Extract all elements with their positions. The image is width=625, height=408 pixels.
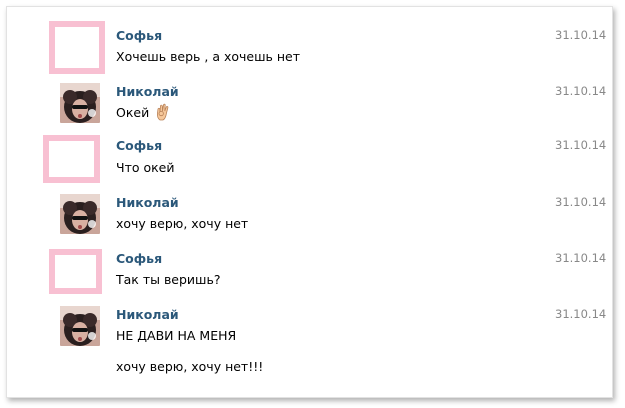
message-date: 31.10.14: [555, 138, 607, 152]
avatar-nikolay[interactable]: [60, 83, 100, 123]
message-date: 31.10.14: [555, 195, 607, 209]
message-history-panel: Софья 31.10.14 Хочешь верь , а хочешь не…: [6, 6, 613, 398]
message-author[interactable]: Софья: [116, 28, 162, 43]
message-text: НЕ ДАВИ НА МЕНЯ: [116, 328, 237, 343]
message-date: 31.10.14: [555, 84, 607, 98]
message-text: хочу верю, хочу нет: [116, 216, 249, 231]
message-author[interactable]: Николай: [116, 195, 179, 210]
message-text: Что окей: [116, 160, 175, 175]
avatar-sofya[interactable]: [49, 249, 102, 294]
message-text: Окей: [116, 103, 171, 124]
avatar-sofya[interactable]: [49, 21, 105, 74]
avatar-sofya[interactable]: [43, 135, 100, 183]
message-text: Хочешь верь , а хочешь нет: [116, 49, 301, 64]
message-author[interactable]: Николай: [116, 307, 179, 322]
avatar-nikolay[interactable]: [60, 194, 100, 234]
message-date: 31.10.14: [555, 28, 607, 42]
message-author[interactable]: Софья: [116, 251, 162, 266]
message-text: хочу верю, хочу нет!!!: [116, 359, 264, 374]
ok-hand-icon: [155, 103, 171, 124]
message-date: 31.10.14: [555, 307, 607, 321]
message-text-content: Окей: [116, 105, 150, 120]
message-author[interactable]: Николай: [116, 84, 179, 99]
avatar-nikolay[interactable]: [60, 306, 100, 346]
message-text: Так ты веришь?: [116, 272, 221, 287]
message-date: 31.10.14: [555, 251, 607, 265]
message-author[interactable]: Софья: [116, 138, 162, 153]
